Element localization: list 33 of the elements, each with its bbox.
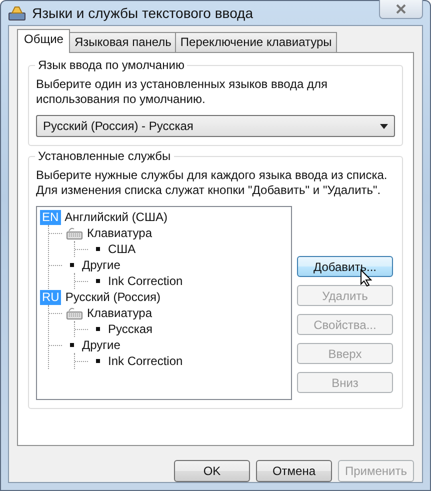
description-text: Выберите нужные службы для каждого языка ввода из списка. Для изменения списка служат кнопки "Добавить" и "Удалить". xyxy=(36,168,388,198)
window-icon xyxy=(8,5,26,21)
tree-item[interactable]: Ink Correction xyxy=(108,274,183,288)
group-label: Язык ввода по умолчанию xyxy=(35,58,188,72)
tree-item[interactable]: Другие xyxy=(82,338,120,352)
language-dropdown[interactable]: Русский (Россия) - Русская xyxy=(36,115,395,137)
description-text: Выберите один из установленных языков ввода для использования по умолчанию. xyxy=(36,77,329,107)
bullet-icon xyxy=(96,327,100,331)
tree-item[interactable]: Ink Correction xyxy=(108,354,183,368)
group-label: Установленные службы xyxy=(35,149,174,163)
language-badge: RU xyxy=(40,290,62,304)
language-badge: EN xyxy=(40,210,61,224)
tree-item[interactable]: Английский (США) xyxy=(64,210,168,224)
window-title: Языки и службы текстового ввода xyxy=(32,5,254,21)
close-icon xyxy=(395,4,407,14)
tab[interactable]: Общие xyxy=(17,29,70,53)
dialog-button[interactable]: OK xyxy=(174,460,250,482)
dropdown-arrow-icon xyxy=(380,124,388,128)
bullet-icon xyxy=(70,343,74,347)
close-button[interactable] xyxy=(379,0,423,19)
tree-item[interactable]: США xyxy=(108,242,136,256)
tree-item[interactable]: Русская xyxy=(108,322,153,336)
bullet-icon xyxy=(96,247,100,251)
tab[interactable]: Переключение клавиатуры xyxy=(175,32,337,52)
tab[interactable]: Языковая панель xyxy=(69,32,176,52)
bullet-icon xyxy=(96,359,100,363)
bullet-icon xyxy=(70,263,74,267)
dialog-button[interactable]: Отмена xyxy=(256,460,332,482)
tree-item[interactable]: Другие xyxy=(82,258,120,272)
tree-item[interactable]: Клавиатура xyxy=(87,306,152,320)
tree-item[interactable]: Клавиатура xyxy=(87,226,152,240)
bullet-icon xyxy=(96,279,100,283)
tree-item[interactable]: Русский (Россия) xyxy=(65,290,161,304)
